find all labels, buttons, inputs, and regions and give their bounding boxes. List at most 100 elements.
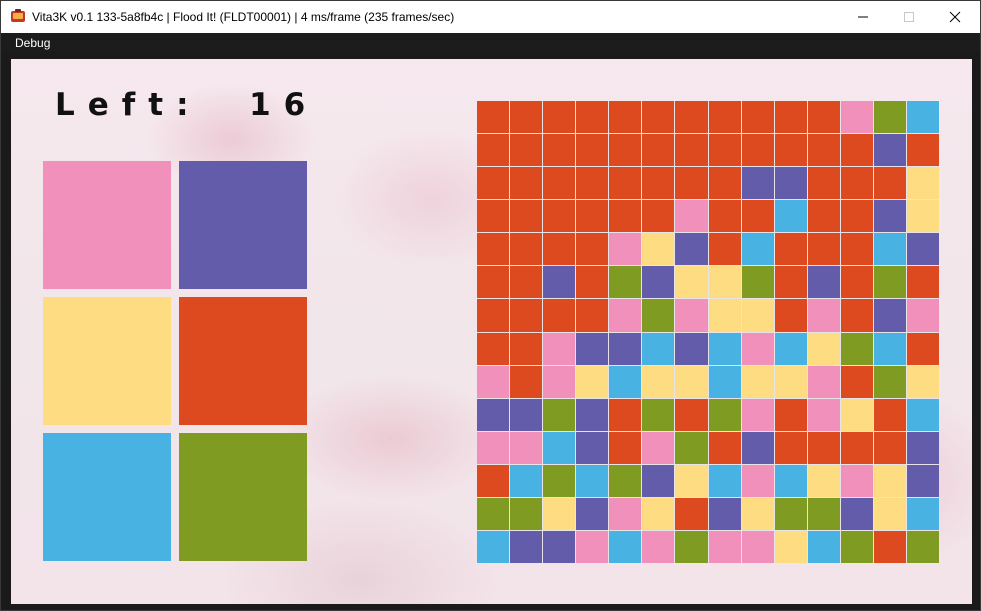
board-cell bbox=[543, 233, 576, 266]
board-cell bbox=[609, 431, 642, 464]
board-cell bbox=[741, 299, 774, 332]
board-cell bbox=[873, 332, 906, 365]
board-cell bbox=[774, 431, 807, 464]
board-cell bbox=[675, 497, 708, 530]
board-cell bbox=[675, 200, 708, 233]
flood-board[interactable] bbox=[477, 101, 939, 563]
board-cell bbox=[774, 332, 807, 365]
board-cell bbox=[675, 101, 708, 134]
board-cell bbox=[510, 299, 543, 332]
menu-item-debug[interactable]: Debug bbox=[15, 36, 50, 50]
board-cell bbox=[840, 530, 873, 563]
game-screen[interactable]: Left: 16 bbox=[11, 59, 972, 604]
board-cell bbox=[477, 134, 510, 167]
board-cell bbox=[609, 464, 642, 497]
board-cell bbox=[906, 530, 939, 563]
board-cell bbox=[609, 233, 642, 266]
board-cell bbox=[543, 398, 576, 431]
board-cell bbox=[576, 464, 609, 497]
color-button-green[interactable] bbox=[179, 433, 307, 561]
moves-left-counter: Left: 16 bbox=[55, 87, 319, 123]
board-cell bbox=[807, 332, 840, 365]
board-cell bbox=[543, 134, 576, 167]
close-button[interactable] bbox=[932, 1, 978, 33]
board-cell bbox=[774, 299, 807, 332]
board-cell bbox=[774, 464, 807, 497]
board-cell bbox=[708, 299, 741, 332]
board-cell bbox=[543, 464, 576, 497]
board-cell bbox=[774, 101, 807, 134]
board-cell bbox=[873, 464, 906, 497]
color-button-purple[interactable] bbox=[179, 161, 307, 289]
board-cell bbox=[543, 365, 576, 398]
board-cell bbox=[873, 365, 906, 398]
board-cell bbox=[741, 332, 774, 365]
color-button-pink[interactable] bbox=[43, 161, 171, 289]
board-cell bbox=[675, 167, 708, 200]
board-cell bbox=[708, 497, 741, 530]
board-cell bbox=[642, 431, 675, 464]
board-cell bbox=[741, 233, 774, 266]
board-cell bbox=[642, 398, 675, 431]
board-cell bbox=[807, 431, 840, 464]
board-cell bbox=[741, 167, 774, 200]
board-cell bbox=[675, 464, 708, 497]
maximize-button[interactable] bbox=[886, 1, 932, 33]
board-cell bbox=[708, 200, 741, 233]
board-cell bbox=[906, 233, 939, 266]
board-cell bbox=[609, 101, 642, 134]
board-cell bbox=[675, 530, 708, 563]
board-cell bbox=[576, 266, 609, 299]
board-cell bbox=[477, 266, 510, 299]
board-cell bbox=[477, 299, 510, 332]
color-button-yellow[interactable] bbox=[43, 297, 171, 425]
board-cell bbox=[609, 332, 642, 365]
board-cell bbox=[774, 497, 807, 530]
board-cell bbox=[807, 299, 840, 332]
board-cell bbox=[741, 134, 774, 167]
board-cell bbox=[708, 365, 741, 398]
board-cell bbox=[510, 266, 543, 299]
minimize-icon bbox=[858, 16, 868, 18]
board-cell bbox=[576, 134, 609, 167]
board-cell bbox=[840, 332, 873, 365]
board-cell bbox=[906, 398, 939, 431]
board-cell bbox=[906, 464, 939, 497]
board-cell bbox=[609, 398, 642, 431]
board-cell bbox=[873, 266, 906, 299]
board-cell bbox=[873, 233, 906, 266]
board-cell bbox=[774, 530, 807, 563]
color-button-blue[interactable] bbox=[43, 433, 171, 561]
board-cell bbox=[477, 464, 510, 497]
board-cell bbox=[873, 398, 906, 431]
board-cell bbox=[576, 365, 609, 398]
board-cell bbox=[543, 431, 576, 464]
board-cell bbox=[840, 167, 873, 200]
board-cell bbox=[741, 266, 774, 299]
board-cell bbox=[543, 200, 576, 233]
board-cell bbox=[741, 101, 774, 134]
color-button-red[interactable] bbox=[179, 297, 307, 425]
board-cell bbox=[708, 332, 741, 365]
board-cell bbox=[807, 398, 840, 431]
board-cell bbox=[477, 365, 510, 398]
title-bar[interactable]: Vita3K v0.1 133-5a8fb4c | Flood It! (FLD… bbox=[1, 1, 980, 33]
board-cell bbox=[477, 233, 510, 266]
board-cell bbox=[477, 200, 510, 233]
maximize-icon bbox=[904, 12, 914, 22]
board-cell bbox=[906, 497, 939, 530]
minimize-button[interactable] bbox=[840, 1, 886, 33]
board-cell bbox=[807, 464, 840, 497]
board-cell bbox=[609, 134, 642, 167]
board-cell bbox=[510, 233, 543, 266]
board-cell bbox=[873, 530, 906, 563]
board-cell bbox=[741, 365, 774, 398]
board-cell bbox=[840, 200, 873, 233]
board-cell bbox=[708, 167, 741, 200]
window-title: Vita3K v0.1 133-5a8fb4c | Flood It! (FLD… bbox=[32, 10, 455, 24]
board-cell bbox=[477, 530, 510, 563]
board-cell bbox=[642, 365, 675, 398]
board-cell bbox=[642, 233, 675, 266]
board-cell bbox=[708, 233, 741, 266]
board-cell bbox=[642, 332, 675, 365]
